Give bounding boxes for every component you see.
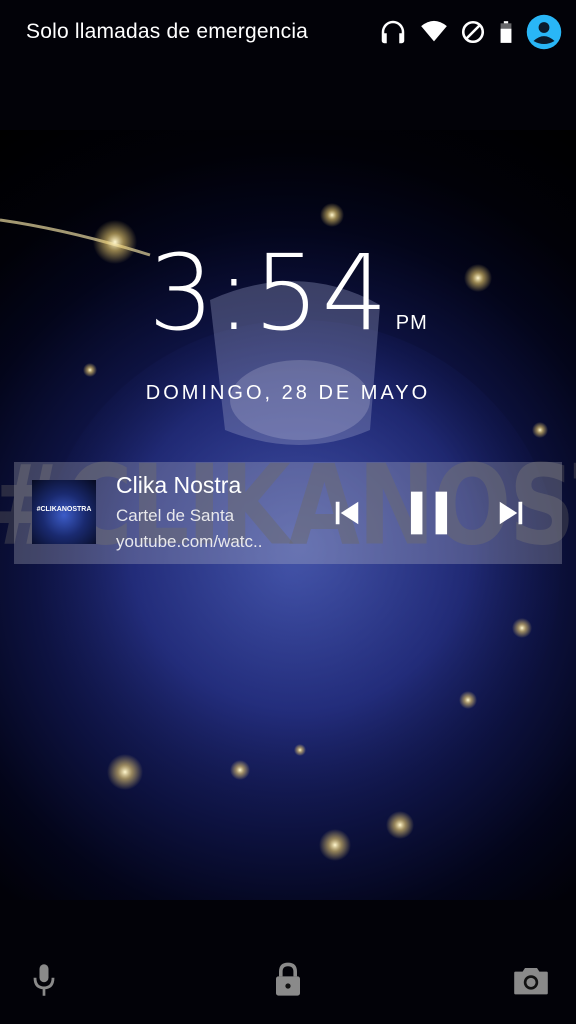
camera-icon — [514, 968, 548, 995]
date: DOMINGO, 28 DE MAYO — [145, 382, 431, 404]
no-sim-icon — [461, 20, 485, 44]
previous-icon — [335, 501, 359, 525]
clock-time: 3:54 — [148, 232, 390, 354]
lock-icon — [276, 962, 300, 996]
user-avatar-icon[interactable] — [526, 14, 562, 50]
pause-button[interactable] — [404, 488, 454, 538]
media-artist: Cartel de Santa — [116, 506, 235, 525]
next-icon — [499, 501, 523, 525]
battery-icon — [500, 21, 512, 43]
voice-assist-button[interactable] — [22, 958, 66, 1002]
clock-ampm: PM — [395, 312, 428, 334]
previous-button[interactable] — [322, 488, 372, 538]
media-notification[interactable]: #CLIKANOSTRA Clika Nostra Cartel de Sant… — [14, 462, 562, 564]
headphones-icon — [381, 20, 405, 44]
media-title: Clika Nostra — [116, 472, 242, 498]
album-art-text: #CLIKANOSTRA — [36, 506, 92, 513]
lock-screen: #CLIKANOSTRA Solo llamadas de emergencia — [0, 0, 576, 1024]
unlock-button[interactable] — [266, 958, 310, 1002]
media-source: youtube.com/watc.. — [116, 532, 263, 551]
clock: 3:54 PM — [0, 232, 576, 354]
status-icons — [378, 14, 562, 50]
carrier-text: Solo llamadas de emergencia — [26, 20, 309, 43]
microphone-icon — [33, 964, 55, 996]
wifi-icon — [421, 20, 447, 42]
status-bar: Solo llamadas de emergencia — [0, 0, 576, 66]
pause-icon — [410, 491, 448, 535]
album-art: #CLIKANOSTRA — [32, 480, 96, 544]
camera-button[interactable] — [509, 958, 553, 1002]
next-button[interactable] — [486, 488, 536, 538]
